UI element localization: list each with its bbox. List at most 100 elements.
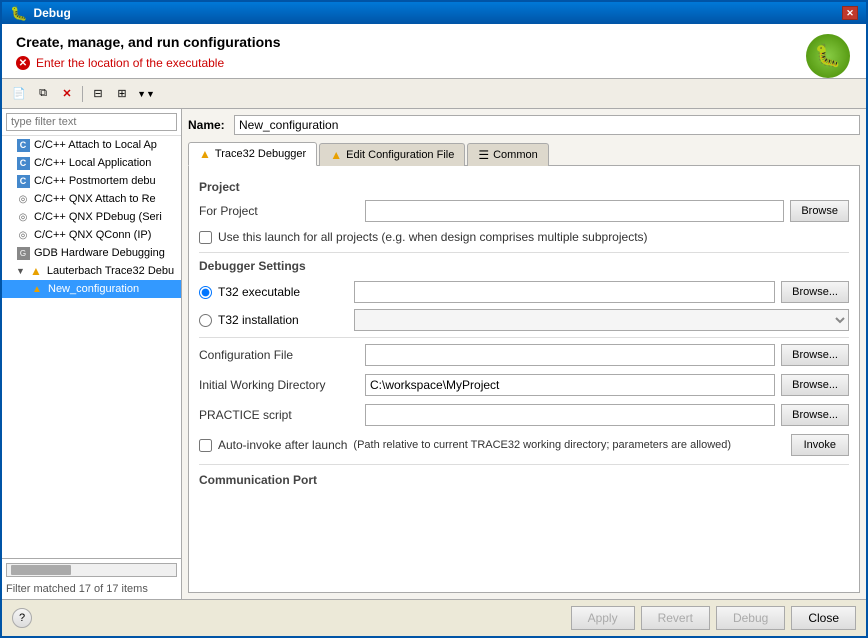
working-dir-browse-btn[interactable]: Browse... bbox=[781, 374, 849, 396]
qnx-icon-1: ◎ bbox=[16, 192, 30, 206]
t32-installation-label: T32 installation bbox=[218, 313, 348, 327]
tree-item-label: C/C++ Local Application bbox=[34, 157, 151, 169]
c-icon-3: C bbox=[16, 174, 30, 188]
error-icon: ✕ bbox=[16, 56, 30, 70]
tree-area: C C/C++ Attach to Local Ap C C/C++ Local… bbox=[2, 136, 181, 558]
tab-trace32[interactable]: ▲ Trace32 Debugger bbox=[188, 142, 317, 166]
practice-script-label: PRACTICE script bbox=[199, 408, 359, 422]
section-divider-2 bbox=[199, 337, 849, 338]
tab-edit-config-label: Edit Configuration File bbox=[346, 149, 454, 161]
header-error: ✕ Enter the location of the executable bbox=[16, 56, 852, 70]
tab-common[interactable]: ☰ Common bbox=[467, 143, 548, 166]
section-divider-3 bbox=[199, 464, 849, 465]
t32-installation-radio[interactable] bbox=[199, 314, 212, 327]
tree-item-new-config[interactable]: ▲ New_configuration bbox=[2, 280, 181, 298]
close-window-btn[interactable]: ✕ bbox=[842, 6, 858, 20]
filter-btn[interactable]: ▼▼ bbox=[135, 83, 157, 105]
project-section-label: Project bbox=[199, 180, 849, 194]
title-bar: 🐛 Debug ✕ bbox=[2, 2, 866, 24]
tree-item-label: C/C++ QNX Attach to Re bbox=[34, 193, 156, 205]
tree-item-lauterbach-group[interactable]: ▼ ▲ Lauterbach Trace32 Debu bbox=[2, 262, 181, 280]
tab-edit-config[interactable]: ▲ Edit Configuration File bbox=[319, 143, 465, 166]
window-title: Debug bbox=[33, 6, 70, 20]
working-dir-input[interactable] bbox=[365, 374, 775, 396]
close-btn[interactable]: Close bbox=[791, 606, 856, 630]
config-file-input[interactable] bbox=[365, 344, 775, 366]
trace32-tab-icon: ▲ bbox=[199, 147, 211, 161]
left-panel: C C/C++ Attach to Local Ap C C/C++ Local… bbox=[2, 109, 182, 599]
use-launch-label: Use this launch for all projects (e.g. w… bbox=[218, 230, 648, 244]
t32-executable-radio[interactable] bbox=[199, 286, 212, 299]
trace32-child-icon: ▲ bbox=[30, 282, 44, 296]
filter-input[interactable] bbox=[6, 113, 177, 131]
c-icon-1: C bbox=[16, 138, 30, 152]
use-launch-row: Use this launch for all projects (e.g. w… bbox=[199, 230, 849, 244]
tree-item-c-qnx-attach[interactable]: ◎ C/C++ QNX Attach to Re bbox=[2, 190, 181, 208]
scrollbar-thumb bbox=[11, 565, 71, 575]
auto-invoke-hint: (Path relative to current TRACE32 workin… bbox=[353, 439, 784, 451]
delete-config-btn[interactable]: ✕ bbox=[56, 83, 78, 105]
help-btn[interactable]: ? bbox=[12, 608, 32, 628]
tree-item-gdb[interactable]: G GDB Hardware Debugging bbox=[2, 244, 181, 262]
expand-arrow: ▼ bbox=[16, 266, 25, 276]
for-project-row: For Project Browse bbox=[199, 200, 849, 222]
practice-script-browse-btn[interactable]: Browse... bbox=[781, 404, 849, 426]
scrollbar[interactable] bbox=[6, 563, 177, 577]
apply-btn[interactable]: Apply bbox=[571, 606, 635, 630]
trace32-group-icon: ▲ bbox=[29, 264, 43, 278]
tree-item-c-postmortem[interactable]: C C/C++ Postmortem debu bbox=[2, 172, 181, 190]
t32-installation-select[interactable] bbox=[354, 309, 849, 331]
page-title: Create, manage, and run configurations bbox=[16, 34, 852, 50]
t32-executable-row: T32 executable Browse... bbox=[199, 281, 849, 303]
gdb-icon: G bbox=[16, 246, 30, 260]
practice-script-row: PRACTICE script Browse... bbox=[199, 404, 849, 426]
tab-common-label: Common bbox=[493, 149, 538, 161]
config-file-label: Configuration File bbox=[199, 348, 359, 362]
use-launch-checkbox[interactable] bbox=[199, 231, 212, 244]
collapse-all-btn[interactable]: ⊟ bbox=[87, 83, 109, 105]
tab-trace32-label: Trace32 Debugger bbox=[215, 148, 306, 160]
tree-item-c-local[interactable]: C C/C++ Local Application bbox=[2, 154, 181, 172]
name-label: Name: bbox=[188, 118, 228, 132]
for-project-browse-btn[interactable]: Browse bbox=[790, 200, 849, 222]
auto-invoke-checkbox[interactable] bbox=[199, 439, 212, 452]
t32-executable-browse-btn[interactable]: Browse... bbox=[781, 281, 849, 303]
for-project-input[interactable] bbox=[365, 200, 784, 222]
auto-invoke-row: Auto-invoke after launch (Path relative … bbox=[199, 434, 849, 456]
c-icon-2: C bbox=[16, 156, 30, 170]
tree-item-label: C/C++ Attach to Local Ap bbox=[34, 139, 157, 151]
qnx-icon-3: ◎ bbox=[16, 228, 30, 242]
section-divider-1 bbox=[199, 252, 849, 253]
tree-item-label: C/C++ QNX PDebug (Seri bbox=[34, 211, 162, 223]
bottom-right: Apply Revert Debug Close bbox=[571, 606, 856, 630]
t32-executable-input[interactable] bbox=[354, 281, 775, 303]
bottom-bar: ? Apply Revert Debug Close bbox=[2, 599, 866, 636]
tree-item-c-qnx-qconn[interactable]: ◎ C/C++ QNX QConn (IP) bbox=[2, 226, 181, 244]
duplicate-config-btn[interactable]: ⧉ bbox=[32, 83, 54, 105]
revert-btn[interactable]: Revert bbox=[641, 606, 710, 630]
invoke-btn[interactable]: Invoke bbox=[791, 434, 849, 456]
t32-installation-row: T32 installation bbox=[199, 309, 849, 331]
practice-script-input[interactable] bbox=[365, 404, 775, 426]
tree-item-c-qnx-pdebug[interactable]: ◎ C/C++ QNX PDebug (Seri bbox=[2, 208, 181, 226]
title-bar-left: 🐛 Debug bbox=[10, 5, 71, 22]
tabs-bar: ▲ Trace32 Debugger ▲ Edit Configuration … bbox=[188, 141, 860, 166]
debug-btn[interactable]: Debug bbox=[716, 606, 785, 630]
t32-executable-label: T32 executable bbox=[218, 285, 348, 299]
tree-item-label: C/C++ QNX QConn (IP) bbox=[34, 229, 151, 241]
for-project-label: For Project bbox=[199, 204, 359, 218]
tree-item-c-attach[interactable]: C C/C++ Attach to Local Ap bbox=[2, 136, 181, 154]
tree-item-label: Lauterbach Trace32 Debu bbox=[47, 265, 174, 277]
debugger-settings-label: Debugger Settings bbox=[199, 259, 849, 273]
config-file-row: Configuration File Browse... bbox=[199, 344, 849, 366]
left-panel-bottom: Filter matched 17 of 17 items bbox=[2, 558, 181, 599]
config-file-browse-btn[interactable]: Browse... bbox=[781, 344, 849, 366]
toolbar: 📄 ⧉ ✕ ⊟ ⊞ ▼▼ bbox=[2, 79, 866, 109]
expand-all-btn[interactable]: ⊞ bbox=[111, 83, 133, 105]
debug-window: 🐛 Debug ✕ Create, manage, and run config… bbox=[0, 0, 868, 638]
name-row: Name: bbox=[188, 115, 860, 135]
name-input[interactable] bbox=[234, 115, 860, 135]
new-config-btn[interactable]: 📄 bbox=[8, 83, 30, 105]
error-message: Enter the location of the executable bbox=[36, 56, 224, 70]
bottom-left: ? bbox=[12, 608, 32, 628]
